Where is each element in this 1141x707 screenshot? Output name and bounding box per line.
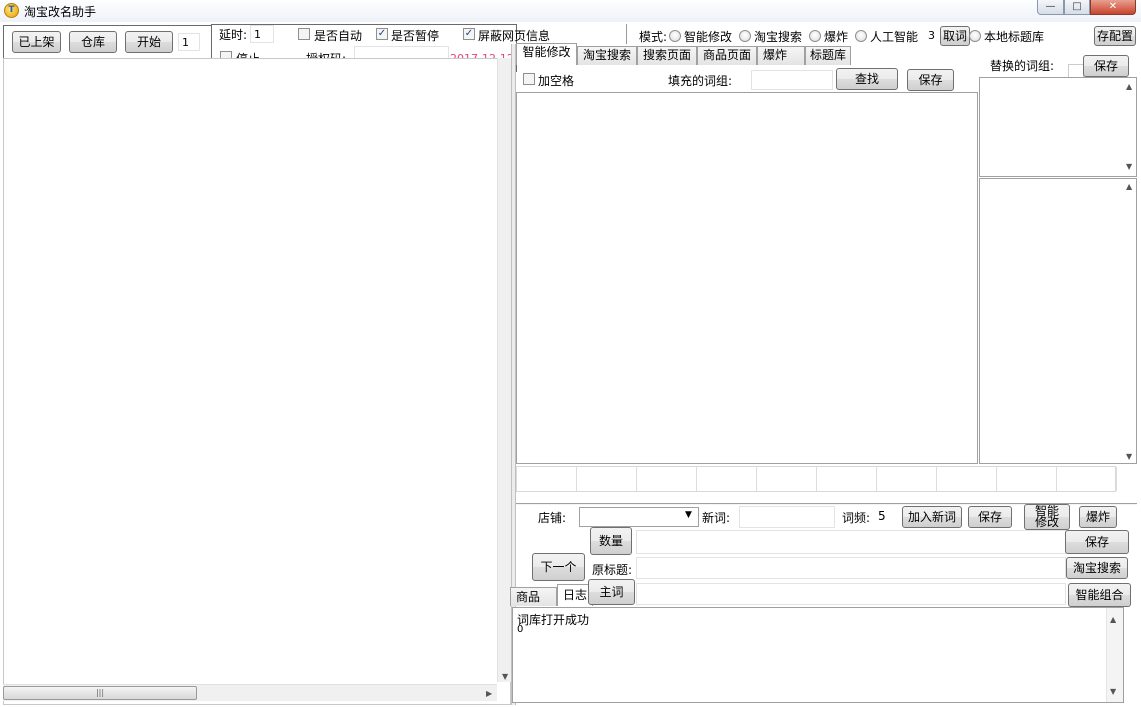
freq-input[interactable]: 5 bbox=[875, 507, 899, 527]
grid-cell[interactable] bbox=[697, 467, 757, 491]
warehouse-button[interactable]: 仓库 bbox=[69, 31, 117, 53]
replace-top-list[interactable] bbox=[979, 77, 1137, 177]
mode-option-smart: 智能修改 bbox=[684, 30, 733, 44]
shop-dropdown-icon[interactable]: ▼ bbox=[685, 510, 692, 520]
replace-save-button[interactable]: 保存 bbox=[1083, 55, 1129, 77]
title-bar bbox=[0, 0, 1141, 22]
grid-cell[interactable] bbox=[937, 467, 997, 491]
listed-button[interactable]: 已上架 bbox=[12, 31, 61, 53]
explode-button[interactable]: 爆炸 bbox=[1079, 506, 1117, 528]
tab-search-page[interactable]: 搜索页面 bbox=[637, 46, 697, 65]
horizontal-scroll-thumb[interactable]: ||| bbox=[3, 686, 197, 700]
original-title-input[interactable] bbox=[636, 557, 1066, 579]
main-word-input[interactable] bbox=[636, 583, 1066, 605]
mode-label: 模式: bbox=[639, 30, 668, 44]
block-label: 屏蔽网页信息 bbox=[478, 29, 551, 43]
maximize-button[interactable]: □ bbox=[1064, 0, 1090, 15]
auto-checkbox[interactable] bbox=[298, 28, 310, 40]
mode-option-taobao: 淘宝搜索 bbox=[754, 30, 803, 44]
data-grid-row[interactable] bbox=[516, 466, 1117, 492]
left-scroll-down-icon[interactable]: ▼ bbox=[502, 672, 508, 681]
tab-taobao-search[interactable]: 淘宝搜索 bbox=[577, 46, 637, 65]
replace-bottom-list[interactable] bbox=[979, 178, 1137, 464]
grid-cell[interactable] bbox=[577, 467, 637, 491]
replace-top-scroll-down-icon[interactable]: ▼ bbox=[1126, 162, 1132, 171]
count-button[interactable]: 数量 bbox=[590, 527, 632, 555]
grid-cell[interactable] bbox=[637, 467, 697, 491]
new-word-label: 新词: bbox=[702, 511, 731, 525]
shop-select[interactable] bbox=[579, 507, 699, 527]
replace-group-label: 替换的词组: bbox=[990, 59, 1055, 73]
replace-top-scroll-up-icon[interactable]: ▲ bbox=[1126, 82, 1132, 91]
replace-bottom-scroll-down-icon[interactable]: ▼ bbox=[1126, 452, 1132, 461]
log-line: 词库打开成功 bbox=[517, 613, 590, 627]
horizontal-scroll-right-icon[interactable]: ▶ bbox=[486, 689, 492, 698]
replace-bottom-scroll-up-icon[interactable]: ▲ bbox=[1126, 182, 1132, 191]
mode-option-explode: 爆炸 bbox=[824, 30, 849, 44]
smart-save-button[interactable]: 保存 bbox=[907, 69, 954, 91]
close-button[interactable]: ✕ bbox=[1090, 0, 1136, 15]
bottom-save-button[interactable]: 保存 bbox=[968, 506, 1012, 528]
shop-label: 店铺: bbox=[538, 511, 567, 525]
delay-input[interactable]: 1 bbox=[250, 25, 274, 43]
add-new-word-button[interactable]: 加入新词 bbox=[902, 506, 962, 528]
minimize-button[interactable]: — bbox=[1037, 0, 1064, 15]
count-input[interactable]: 1 bbox=[178, 33, 200, 51]
main-word-button[interactable]: 主词 bbox=[588, 579, 635, 605]
fill-group-label: 填充的词组: bbox=[668, 74, 733, 88]
find-button[interactable]: 查找 bbox=[836, 68, 898, 90]
mode-radio-ai[interactable] bbox=[855, 30, 867, 42]
mode-radio-smart[interactable] bbox=[669, 30, 681, 42]
log-textarea[interactable] bbox=[512, 607, 1124, 703]
add-space-checkbox[interactable] bbox=[523, 73, 535, 85]
add-space-label: 加空格 bbox=[538, 74, 575, 88]
local-library-radio[interactable] bbox=[969, 30, 981, 42]
start-button[interactable]: 开始 bbox=[125, 31, 173, 53]
fetch-words-button[interactable]: 取词 bbox=[940, 26, 970, 46]
mode-radio-explode[interactable] bbox=[809, 30, 821, 42]
tab-explode[interactable]: 爆炸 bbox=[757, 46, 805, 65]
delay-label: 延时: bbox=[219, 28, 248, 42]
pause-label: 是否暂停 bbox=[391, 29, 440, 43]
count-save-button[interactable]: 保存 bbox=[1065, 530, 1129, 554]
smart-combo-button[interactable]: 智能组合 bbox=[1068, 583, 1131, 607]
left-vertical-scrollbar[interactable] bbox=[497, 58, 511, 682]
grid-cell[interactable] bbox=[1057, 467, 1117, 491]
left-browser-pane[interactable] bbox=[3, 58, 511, 705]
freq-label: 词频: bbox=[842, 511, 871, 525]
taobao-search-button[interactable]: 淘宝搜索 bbox=[1066, 557, 1128, 579]
tab-product[interactable]: 商品 bbox=[510, 587, 557, 606]
log-scroll-up-icon[interactable]: ▲ bbox=[1110, 615, 1116, 624]
grid-cell[interactable] bbox=[877, 467, 937, 491]
tab-smart-modify[interactable]: 智能修改 bbox=[516, 43, 577, 65]
grid-cell[interactable] bbox=[757, 467, 817, 491]
grid-cell[interactable] bbox=[997, 467, 1057, 491]
tab-product-page[interactable]: 商品页面 bbox=[697, 46, 757, 65]
new-word-input[interactable] bbox=[739, 506, 835, 528]
block-checkbox[interactable]: ✓ bbox=[463, 28, 475, 40]
pause-checkbox[interactable]: ✓ bbox=[376, 28, 388, 40]
log-line: 0 bbox=[517, 624, 524, 635]
replace-group-input[interactable] bbox=[1068, 64, 1084, 78]
log-scroll-down-icon[interactable]: ▼ bbox=[1110, 687, 1116, 696]
mode-number: 3 bbox=[928, 29, 935, 42]
next-button[interactable]: 下一个 bbox=[532, 553, 585, 581]
tab-title-library[interactable]: 标题库 bbox=[805, 46, 851, 65]
smart-result-textarea[interactable] bbox=[516, 92, 978, 464]
fill-group-input[interactable] bbox=[751, 70, 833, 90]
auto-label: 是否自动 bbox=[314, 29, 363, 43]
grid-cell[interactable] bbox=[817, 467, 877, 491]
local-library-label: 本地标题库 bbox=[984, 30, 1045, 44]
smart-modify-button[interactable]: 智能修改 bbox=[1024, 504, 1070, 530]
original-title-label: 原标题: bbox=[592, 563, 633, 577]
taobao-app-icon: T bbox=[4, 3, 19, 18]
grid-cell[interactable] bbox=[517, 467, 577, 491]
mode-option-ai: 人工智能 bbox=[870, 30, 919, 44]
save-config-button[interactable]: 存配置 bbox=[1094, 26, 1136, 46]
window-title: 淘宝改名助手 bbox=[24, 5, 97, 19]
count-field[interactable] bbox=[636, 530, 1066, 554]
mode-radio-taobao[interactable] bbox=[739, 30, 751, 42]
